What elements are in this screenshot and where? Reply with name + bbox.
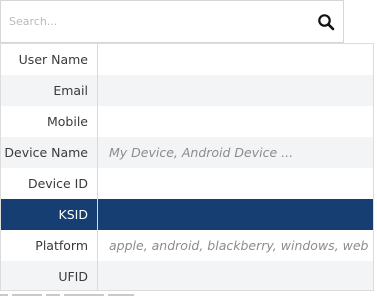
field-input-user-name[interactable] <box>98 44 373 75</box>
field-row-platform[interactable]: Platform apple, android, blackberry, win… <box>1 230 373 261</box>
field-label: UFID <box>58 269 88 284</box>
search-input[interactable] <box>9 11 299 31</box>
field-row-user-name[interactable]: User Name <box>1 44 373 75</box>
search-filter-dropdown: User Name Email Mobile Device Name My De… <box>0 0 377 299</box>
field-input-ufid[interactable] <box>98 261 373 290</box>
field-input-device-name[interactable]: My Device, Android Device ... <box>98 137 373 168</box>
field-row-device-id[interactable]: Device ID <box>1 168 373 199</box>
field-row-ksid[interactable]: KSID <box>1 199 373 230</box>
field-input-ksid[interactable] <box>98 199 373 230</box>
underlying-content-edge <box>0 294 190 299</box>
field-input-device-id[interactable] <box>98 168 373 199</box>
field-row-email[interactable]: Email <box>1 75 373 106</box>
search-icon[interactable] <box>317 13 335 31</box>
field-label: Device ID <box>27 176 88 191</box>
field-input-mobile[interactable] <box>98 106 373 137</box>
field-label: Mobile <box>46 114 88 129</box>
advanced-search-panel: User Name Email Mobile Device Name My De… <box>0 43 374 291</box>
field-row-ufid[interactable]: UFID <box>1 261 373 290</box>
search-box <box>0 0 344 43</box>
field-label: User Name <box>18 52 88 67</box>
column-divider <box>97 44 98 290</box>
field-input-email[interactable] <box>98 75 373 106</box>
field-label: Device Name <box>4 145 88 160</box>
field-row-mobile[interactable]: Mobile <box>1 106 373 137</box>
field-input-platform[interactable]: apple, android, blackberry, windows, web <box>98 230 373 261</box>
field-label: Email <box>53 83 88 98</box>
field-row-device-name[interactable]: Device Name My Device, Android Device ..… <box>1 137 373 168</box>
field-label: Platform <box>35 238 88 253</box>
field-label: KSID <box>58 207 88 222</box>
